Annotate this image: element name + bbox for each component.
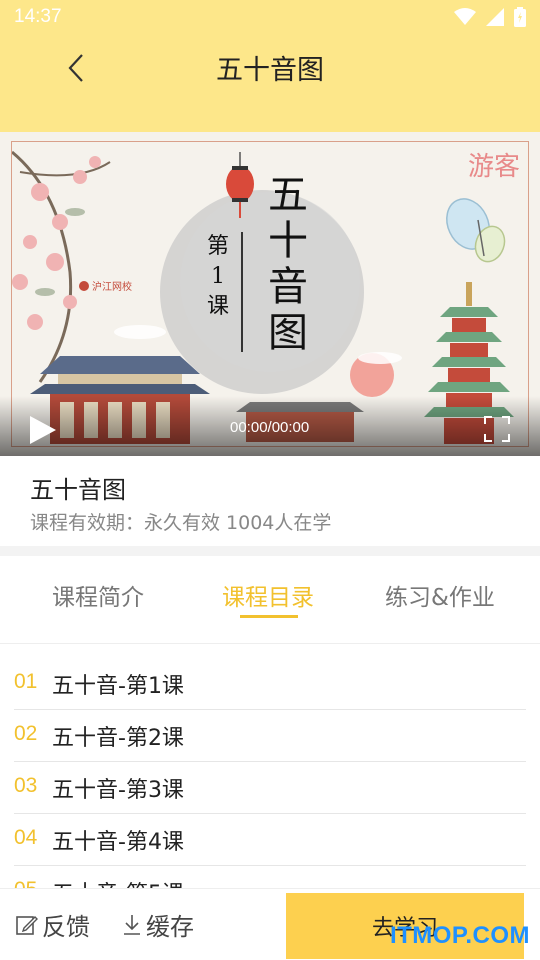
lesson-item[interactable]: 03 五十音-第3课 bbox=[14, 762, 526, 814]
lesson-number: 03 bbox=[14, 774, 38, 797]
lesson-item[interactable]: 01 五十音-第1课 bbox=[14, 658, 526, 710]
poster-lesson-label: 第1课 bbox=[206, 234, 229, 319]
lesson-item[interactable]: 04 五十音-第4课 bbox=[14, 814, 526, 866]
wifi-icon bbox=[454, 8, 476, 25]
page-title: 五十音图 bbox=[216, 55, 324, 86]
download-icon bbox=[124, 914, 140, 935]
section-divider bbox=[0, 546, 540, 556]
lesson-item[interactable]: 02 五十音-第2课 bbox=[14, 710, 526, 762]
lesson-number: 01 bbox=[14, 670, 38, 693]
lesson-name: 五十音-第3课 bbox=[52, 778, 184, 803]
lesson-name: 五十音-第1课 bbox=[52, 674, 184, 699]
lesson-number: 02 bbox=[14, 722, 38, 745]
lesson-number: 04 bbox=[14, 826, 38, 849]
feedback-button[interactable]: 反馈 bbox=[16, 907, 90, 942]
tab-course-catalog[interactable]: 课程目录 bbox=[222, 578, 314, 612]
tab-course-intro[interactable]: 课程简介 bbox=[52, 578, 144, 612]
play-icon[interactable] bbox=[26, 414, 58, 446]
tab-bar: 课程简介 课程目录 练习&作业 bbox=[0, 556, 540, 644]
poster-divider bbox=[241, 232, 243, 352]
battery-icon bbox=[514, 7, 526, 27]
signal-icon bbox=[486, 8, 504, 26]
lesson-name: 五十音-第5课 bbox=[52, 876, 184, 888]
lesson-number: 05 bbox=[14, 878, 37, 888]
poster-title: 五十音图 bbox=[268, 172, 308, 356]
lesson-name: 五十音-第4课 bbox=[52, 830, 184, 855]
video-time: 00:00/00:00 bbox=[230, 419, 310, 436]
top-app-bar: 五十音图 bbox=[0, 34, 540, 132]
lesson-name: 五十音-第2课 bbox=[52, 726, 184, 751]
cache-button[interactable]: 缓存 bbox=[122, 907, 194, 942]
guest-badge: 游客 bbox=[467, 152, 520, 182]
video-controls: 00:00/00:00 bbox=[0, 396, 540, 456]
fullscreen-icon[interactable] bbox=[484, 416, 510, 442]
lesson-list: 01 五十音-第1课 02 五十音-第2课 03 五十音-第3课 04 五十音-… bbox=[0, 658, 540, 888]
tab-practice-homework[interactable]: 练习&作业 bbox=[385, 578, 495, 612]
feedback-label: 反馈 bbox=[42, 913, 90, 941]
course-meta: 课程有效期：永久有效 1004人在学 bbox=[30, 512, 332, 534]
status-icons bbox=[454, 7, 526, 27]
active-tab-indicator bbox=[240, 615, 298, 618]
course-title: 五十音图 bbox=[30, 476, 126, 504]
cache-label: 缓存 bbox=[146, 913, 194, 941]
watermark-text: ITMOP.COM bbox=[389, 922, 530, 949]
lesson-item[interactable]: 05 五十音-第5课 bbox=[14, 866, 526, 888]
video-player[interactable]: 沪江网校 五十音图 第1课 游客 00:00/00:00 bbox=[0, 132, 540, 456]
edit-icon bbox=[16, 915, 38, 935]
status-time: 14:37 bbox=[14, 6, 62, 27]
course-info: 五十音图 课程有效期：永久有效 1004人在学 bbox=[0, 456, 540, 546]
status-bar: 14:37 bbox=[0, 0, 540, 34]
